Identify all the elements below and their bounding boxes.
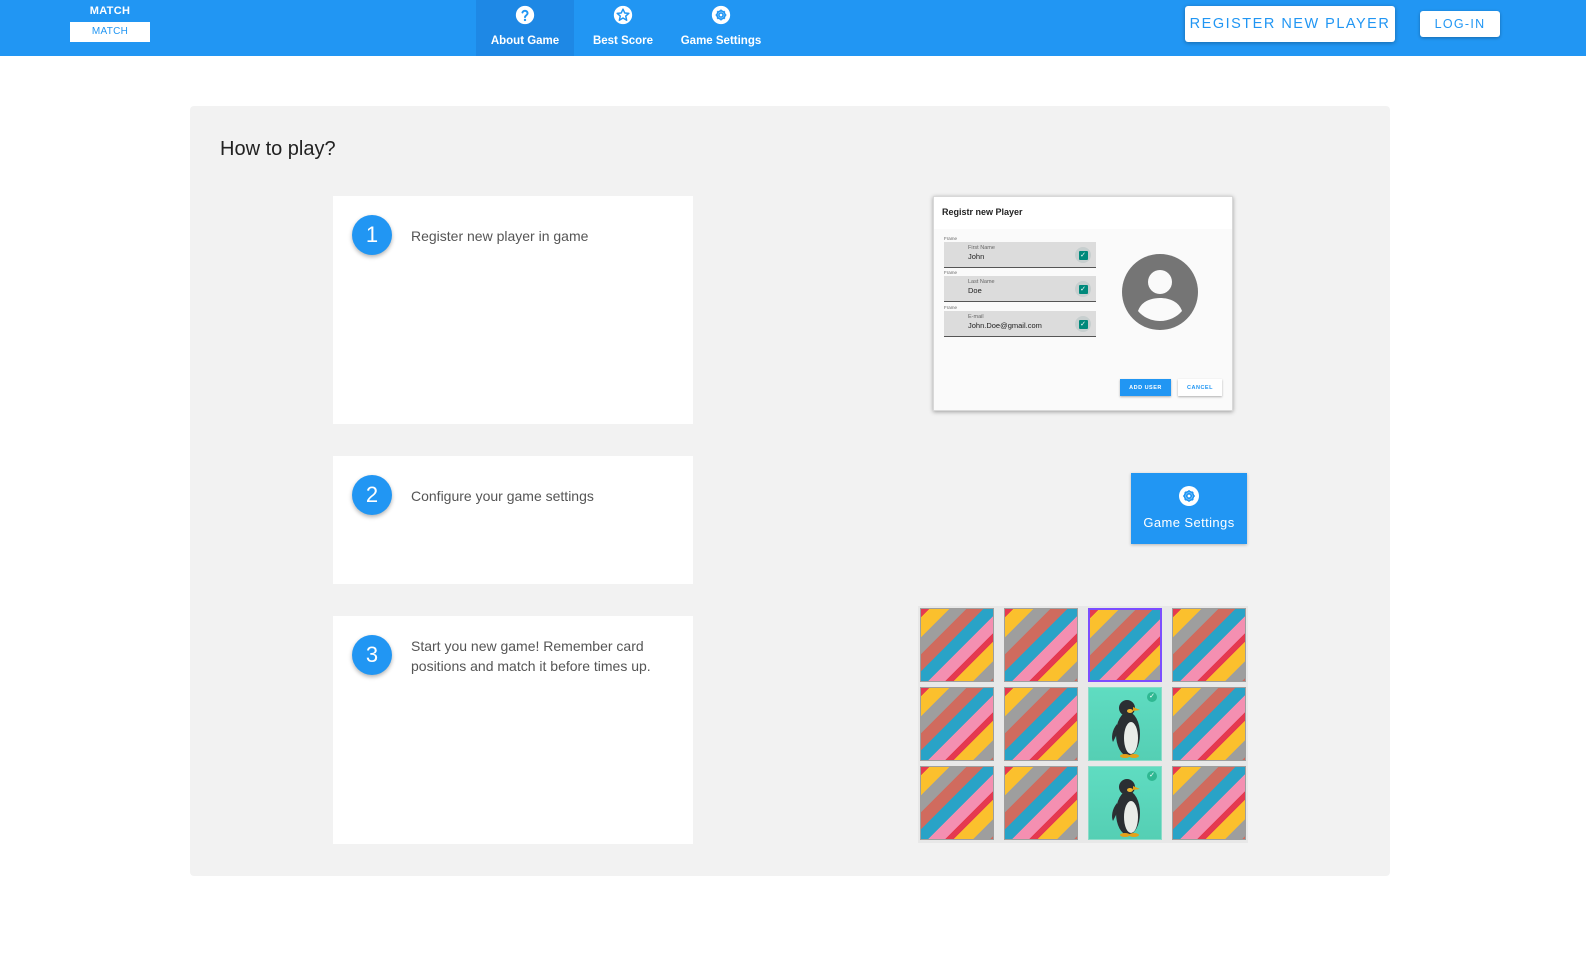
- page-title: How to play?: [220, 138, 336, 160]
- settings-preview-label: Game Settings: [1143, 515, 1235, 530]
- gear-icon: [1179, 486, 1199, 506]
- register-new-player-button[interactable]: REGISTER NEW PLAYER: [1185, 6, 1395, 42]
- step-text: Configure your game settings: [411, 488, 594, 504]
- penguin-icon: [1112, 700, 1140, 758]
- step-text: Register new player in game: [411, 228, 589, 244]
- email-field-preview: Frame E-mail John.Doe@gmail.com ✓: [944, 305, 1096, 337]
- main-nav: About Game Best Score Game Settings: [476, 0, 770, 56]
- add-user-button-preview: ADD USER: [1120, 379, 1171, 396]
- check-icon: ✓: [1075, 316, 1091, 332]
- field-box: E-mail John.Doe@gmail.com ✓: [944, 311, 1096, 337]
- check-icon: ✓: [1075, 281, 1091, 297]
- field-box: First Name John ✓: [944, 242, 1096, 268]
- nav-tab-best-score[interactable]: Best Score: [574, 0, 672, 56]
- step-number-badge: 1: [352, 215, 392, 255]
- game-settings-preview: Game Settings: [1131, 473, 1247, 544]
- step-card-1: 1 Register new player in game: [333, 196, 693, 424]
- card-back: [1004, 766, 1078, 840]
- card-back: [920, 608, 994, 682]
- card-back: [1004, 608, 1078, 682]
- register-dialog-preview: Registr new Player Frame First Name John…: [933, 196, 1233, 411]
- card-back: [920, 687, 994, 761]
- help-circle-icon: [515, 5, 535, 25]
- card-back: [920, 766, 994, 840]
- nav-label-game-settings: Game Settings: [680, 35, 762, 47]
- star-outline-icon: [613, 5, 633, 25]
- card-back: [1172, 766, 1246, 840]
- nav-tab-game-settings[interactable]: Game Settings: [672, 0, 770, 56]
- nav-label-best-score: Best Score: [592, 35, 654, 47]
- matched-card: ✓: [1088, 687, 1162, 761]
- check-icon: ✓: [1075, 247, 1091, 263]
- card-back: [1172, 687, 1246, 761]
- nav-label-about-game: About Game: [490, 35, 560, 47]
- logo-bottom-text: MATCH: [70, 22, 150, 42]
- step-card-2: 2 Configure your game settings: [333, 456, 693, 584]
- first-name-field-preview: Frame First Name John ✓: [944, 236, 1096, 268]
- card-back: [1004, 687, 1078, 761]
- app-logo[interactable]: MATCH MATCH: [70, 4, 150, 42]
- how-to-play-panel: How to play? 1 Register new player in ga…: [190, 106, 1390, 876]
- step-number-badge: 2: [352, 475, 392, 515]
- login-button[interactable]: LOG-IN: [1420, 11, 1500, 37]
- field-box: Last Name Doe ✓: [944, 276, 1096, 302]
- gear-icon: [711, 5, 731, 25]
- last-name-field-preview: Frame Last Name Doe ✓: [944, 270, 1096, 302]
- cancel-button-preview: CANCEL: [1178, 379, 1222, 396]
- selected-card: [1088, 608, 1162, 682]
- register-preview-title: Registr new Player: [934, 197, 1232, 229]
- account-circle-icon: [1122, 254, 1198, 330]
- game-board-preview: ✓ ✓: [918, 606, 1248, 843]
- penguin-icon: [1112, 779, 1140, 837]
- card-back: [1172, 608, 1246, 682]
- top-app-bar: MATCH MATCH About Game Best Score Game S…: [0, 0, 1586, 56]
- step-number-badge: 3: [352, 635, 392, 675]
- step-text: Start you new game! Remember card positi…: [411, 638, 651, 674]
- step-card-3: 3 Start you new game! Remember card posi…: [333, 616, 693, 844]
- matched-card: ✓: [1088, 766, 1162, 840]
- logo-top-text: MATCH: [89, 5, 131, 17]
- nav-tab-about-game[interactable]: About Game: [476, 0, 574, 56]
